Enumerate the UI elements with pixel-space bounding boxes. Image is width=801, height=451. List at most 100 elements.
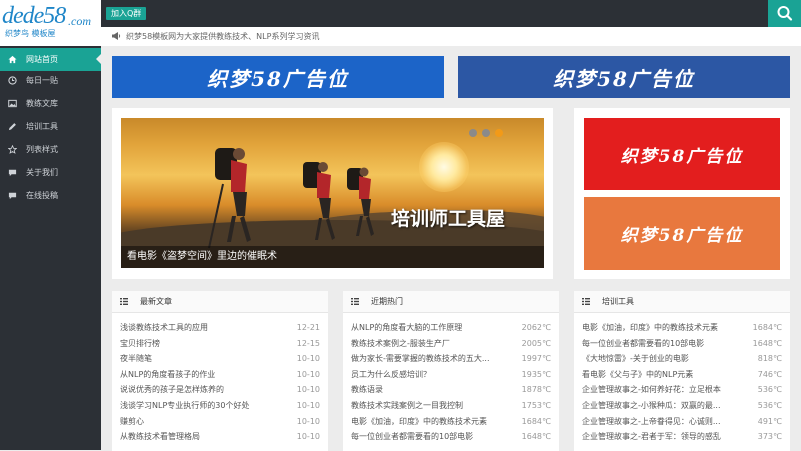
item-title[interactable]: 《大地惊雷》-关于创业的电影 bbox=[582, 351, 689, 367]
item-date: 10-10 bbox=[296, 354, 320, 364]
item-title[interactable]: 从NLP的角度看孩子的作业 bbox=[120, 367, 215, 383]
list-item[interactable]: 教练技术案例之-服装生产厂 2005℃ bbox=[343, 336, 559, 352]
list-item[interactable]: 教练语录 1878℃ bbox=[343, 382, 559, 398]
item-title[interactable]: 做为家长-需要掌握的教练技术的五大... bbox=[351, 351, 490, 367]
item-title[interactable]: 教练语录 bbox=[351, 382, 383, 398]
sidebar-item-label: 关于我们 bbox=[26, 168, 58, 177]
item-title[interactable]: 教练技术实践案例之一目我控制 bbox=[351, 398, 463, 414]
item-title[interactable]: 看电影《父与子》中的NLP元素 bbox=[582, 367, 693, 383]
item-title[interactable]: 每一位创业者都需要看的10部电影 bbox=[351, 429, 473, 445]
panel-header: 培训工具 bbox=[574, 291, 790, 313]
list-item[interactable]: 企业管理故事之-君者于军：领导的感乱 373℃ bbox=[574, 429, 790, 445]
item-views: 373℃ bbox=[757, 432, 782, 442]
item-title[interactable]: 说说优秀的孩子是怎样炼养的 bbox=[120, 382, 224, 398]
chat-icon bbox=[8, 169, 17, 177]
item-title[interactable]: 赚剪心 bbox=[120, 414, 144, 430]
list-item[interactable]: 员工为什么反感培训？ 1935℃ bbox=[343, 367, 559, 383]
ad-banner-top-right[interactable]: 织梦58广告位 bbox=[458, 56, 790, 98]
item-views: 1997℃ bbox=[521, 354, 551, 364]
list-item[interactable]: 说说优秀的孩子是怎样炼养的 10-10 bbox=[112, 382, 328, 398]
item-views: 1684℃ bbox=[521, 416, 551, 426]
item-views: 746℃ bbox=[757, 369, 782, 379]
item-title[interactable]: 电影《加油，印度》中的教练技术元素 bbox=[351, 414, 487, 430]
list-item[interactable]: 《大地惊雷》-关于创业的电影 818℃ bbox=[574, 351, 790, 367]
slider-dot-2[interactable] bbox=[482, 129, 490, 137]
sidebar-item-submit[interactable]: 在线投稿 bbox=[0, 184, 101, 207]
item-date: 10-10 bbox=[296, 385, 320, 395]
panel-header: 最新文章 bbox=[112, 291, 328, 313]
item-title[interactable]: 浅谈教练技术工具的应用 bbox=[120, 320, 208, 336]
item-title[interactable]: 企业管理故事之-小猴种瓜：双赢的最... bbox=[582, 398, 721, 414]
list-item[interactable]: 教练技术实践案例之一目我控制 1753℃ bbox=[343, 398, 559, 414]
notice-text[interactable]: 织梦58模板网为大家提供教练技术、NLP系列学习资讯 bbox=[126, 27, 319, 46]
item-title[interactable]: 企业管理故事之-君者于军：领导的感乱 bbox=[582, 429, 721, 445]
join-qq-group-button[interactable]: 加入Q群 bbox=[106, 7, 147, 20]
list-item[interactable]: 企业管理故事之-如何养好花：立足根本 536℃ bbox=[574, 382, 790, 398]
item-views: 1648℃ bbox=[521, 432, 551, 442]
list-item[interactable]: 企业管理故事之-上帝眷得见：心诚则... 491℃ bbox=[574, 414, 790, 430]
panel-header: 近期热门 bbox=[343, 291, 559, 313]
ad-banner-top-left[interactable]: 织梦58广告位 bbox=[112, 56, 444, 98]
slider-dot-3[interactable] bbox=[495, 129, 503, 137]
search-button[interactable] bbox=[768, 0, 801, 27]
item-views: 1648℃ bbox=[752, 338, 782, 348]
hiker-figure bbox=[303, 162, 335, 240]
list-icon bbox=[351, 298, 359, 305]
list-item[interactable]: 企业管理故事之-小猴种瓜：双赢的最... 536℃ bbox=[574, 398, 790, 414]
list-item[interactable]: 浅谈教练技术工具的应用 12-21 bbox=[112, 320, 328, 336]
item-title[interactable]: 浅谈学习NLP专业执行师的30个好处 bbox=[120, 398, 249, 414]
sidebar-item-daily[interactable]: 每日一贴 bbox=[0, 69, 101, 92]
sidebar-item-about[interactable]: 关于我们 bbox=[0, 161, 101, 184]
list-item[interactable]: 每一位创业者都需要看的10部电影 1648℃ bbox=[343, 429, 559, 445]
slider-caption[interactable]: 看电影《盗梦空间》里边的催眠术 bbox=[127, 246, 277, 268]
item-title[interactable]: 宝贝排行榜 bbox=[120, 336, 160, 352]
list-item[interactable]: 看电影《父与子》中的NLP元素 746℃ bbox=[574, 367, 790, 383]
item-views: 1753℃ bbox=[521, 400, 551, 410]
list-item[interactable]: 夜半随笔 10-10 bbox=[112, 351, 328, 367]
list-item[interactable]: 从NLP的角度看孩子的作业 10-10 bbox=[112, 367, 328, 383]
sidebar-item-library[interactable]: 教练文库 bbox=[0, 92, 101, 115]
hiker-figure bbox=[208, 148, 251, 249]
sidebar-item-tools[interactable]: 培训工具 bbox=[0, 115, 101, 138]
list-item[interactable]: 每一位创业者都需要看的10部电影 1648℃ bbox=[574, 336, 790, 352]
slider-dot-1[interactable] bbox=[469, 129, 477, 137]
item-title[interactable]: 电影《加油，印度》中的教练技术元素 bbox=[582, 320, 718, 336]
list-item[interactable]: 赚剪心 10-10 bbox=[112, 414, 328, 430]
sidebar-item-label: 教练文库 bbox=[26, 99, 58, 108]
logo-suffix: .com bbox=[68, 14, 91, 28]
ad-banner-side-red[interactable]: 织梦58广告位 bbox=[584, 118, 780, 190]
item-title[interactable]: 每一位创业者都需要看的10部电影 bbox=[582, 336, 704, 352]
item-title[interactable]: 企业管理故事之-上帝眷得见：心诚则... bbox=[582, 414, 721, 430]
item-title[interactable]: 从教练技术看管理格局 bbox=[120, 429, 200, 445]
hot-articles-panel: 近期热门 从NLP的角度看大脑的工作原理 2062℃ 教练技术案例之-服装生产厂 2… bbox=[343, 291, 559, 451]
item-title[interactable]: 夜半随笔 bbox=[120, 351, 152, 367]
panel-title: 近期热门 bbox=[371, 297, 403, 306]
item-date: 10-10 bbox=[296, 369, 320, 379]
item-title[interactable]: 企业管理故事之-如何养好花：立足根本 bbox=[582, 382, 721, 398]
ad-banner-side-orange[interactable]: 织梦58广告位 bbox=[584, 197, 780, 270]
list-item[interactable]: 从NLP的角度看大脑的工作原理 2062℃ bbox=[343, 320, 559, 336]
list-item[interactable]: 宝贝排行榜 12-15 bbox=[112, 336, 328, 352]
list-item[interactable]: 电影《加油，印度》中的教练技术元素 1684℃ bbox=[574, 320, 790, 336]
item-title[interactable]: 从NLP的角度看大脑的工作原理 bbox=[351, 320, 462, 336]
list-item[interactable]: 从教练技术看管理格局 10-10 bbox=[112, 429, 328, 445]
sidebar-item-label: 每日一贴 bbox=[26, 76, 58, 85]
active-indicator-arrow bbox=[96, 54, 101, 64]
list-item[interactable]: 电影《加油，印度》中的教练技术元素 1684℃ bbox=[343, 414, 559, 430]
site-logo[interactable]: dede58 .com 织梦鸟 模板屋 bbox=[0, 0, 101, 46]
training-tools-panel: 培训工具 电影《加油，印度》中的教练技术元素 1684℃ 每一位创业者都需要看的1… bbox=[574, 291, 790, 451]
image-slider[interactable]: 培训师工具屋 看电影《盗梦空间》里边的催眠术 bbox=[121, 118, 544, 268]
sidebar-item-list-style[interactable]: 列表样式 bbox=[0, 138, 101, 161]
list-item[interactable]: 做为家长-需要掌握的教练技术的五大... 1997℃ bbox=[343, 351, 559, 367]
latest-articles-panel: 最新文章 浅谈教练技术工具的应用 12-21 宝贝排行榜 12-15 夜半随笔 10-… bbox=[112, 291, 328, 451]
logo-text: dede58 bbox=[2, 3, 66, 29]
sidebar-item-label: 列表样式 bbox=[26, 145, 58, 154]
sidebar-item-home[interactable]: 网站首页 bbox=[0, 48, 101, 71]
item-title[interactable]: 员工为什么反感培训？ bbox=[351, 367, 431, 383]
list-icon bbox=[582, 298, 590, 305]
item-title[interactable]: 教练技术案例之-服装生产厂 bbox=[351, 336, 450, 352]
search-icon bbox=[777, 6, 793, 21]
item-date: 10-10 bbox=[296, 432, 320, 442]
list-item[interactable]: 浅谈学习NLP专业执行师的30个好处 10-10 bbox=[112, 398, 328, 414]
item-views: 1878℃ bbox=[521, 385, 551, 395]
